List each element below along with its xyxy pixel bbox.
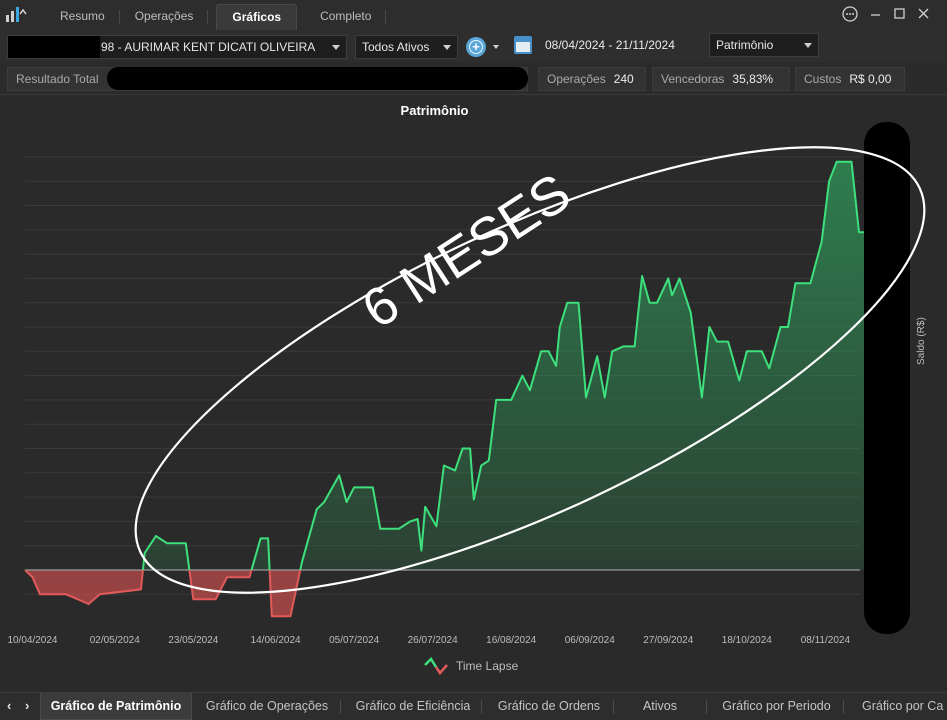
btab-ativos[interactable]: Ativos: [620, 693, 700, 720]
tab-divider: [613, 700, 614, 714]
btab-eficiencia[interactable]: Gráfico de Eficiência: [348, 693, 478, 720]
x-tick-label: 14/06/2024: [251, 635, 301, 646]
x-tick-label: 18/10/2024: [722, 635, 772, 646]
legend-swatch-icon: [424, 657, 448, 675]
tab-divider: [706, 700, 707, 714]
tab-divider: [481, 700, 482, 714]
y-axis-label: Saldo (R$): [916, 317, 927, 365]
patrimonio-chart[interactable]: 10/04/2024 02/05/2024 23/05/2024 14/06/2024…: [0, 0, 947, 720]
tab-divider: [340, 700, 341, 714]
x-tick-label: 23/05/2024: [168, 635, 218, 646]
btab-periodo[interactable]: Gráfico por Periodo: [714, 693, 839, 720]
x-tick-label: 16/08/2024: [486, 635, 536, 646]
x-tick-label: 27/09/2024: [643, 635, 693, 646]
tab-divider: [843, 700, 844, 714]
btab-patrimonio[interactable]: Gráfico de Patrimônio: [40, 693, 192, 720]
x-tick-label: 05/07/2024: [329, 635, 379, 646]
x-tick-label: 02/05/2024: [90, 635, 140, 646]
chevron-left-icon[interactable]: ‹: [7, 698, 11, 713]
redacted-axis-panel: [864, 122, 910, 634]
x-tick-label: 08/11/2024: [801, 635, 851, 646]
legend-label: Time Lapse: [456, 659, 519, 673]
chevron-right-icon[interactable]: ›: [25, 698, 29, 713]
x-tick-label: 06/09/2024: [565, 635, 615, 646]
x-tick-label: 10/04/2024: [7, 635, 57, 646]
area-fill-positive: [25, 142, 874, 570]
btab-ca[interactable]: Gráfico por Ca: [852, 693, 947, 720]
annotation-text: 6 MESES: [352, 162, 581, 340]
btab-ordens[interactable]: Gráfico de Ordens: [489, 693, 609, 720]
x-tick-label: 26/07/2024: [408, 635, 458, 646]
bottom-tab-bar: ‹ › Gráfico de Patrimônio Gráfico de Ope…: [0, 692, 947, 720]
btab-operacoes[interactable]: Gráfico de Operações: [197, 693, 337, 720]
